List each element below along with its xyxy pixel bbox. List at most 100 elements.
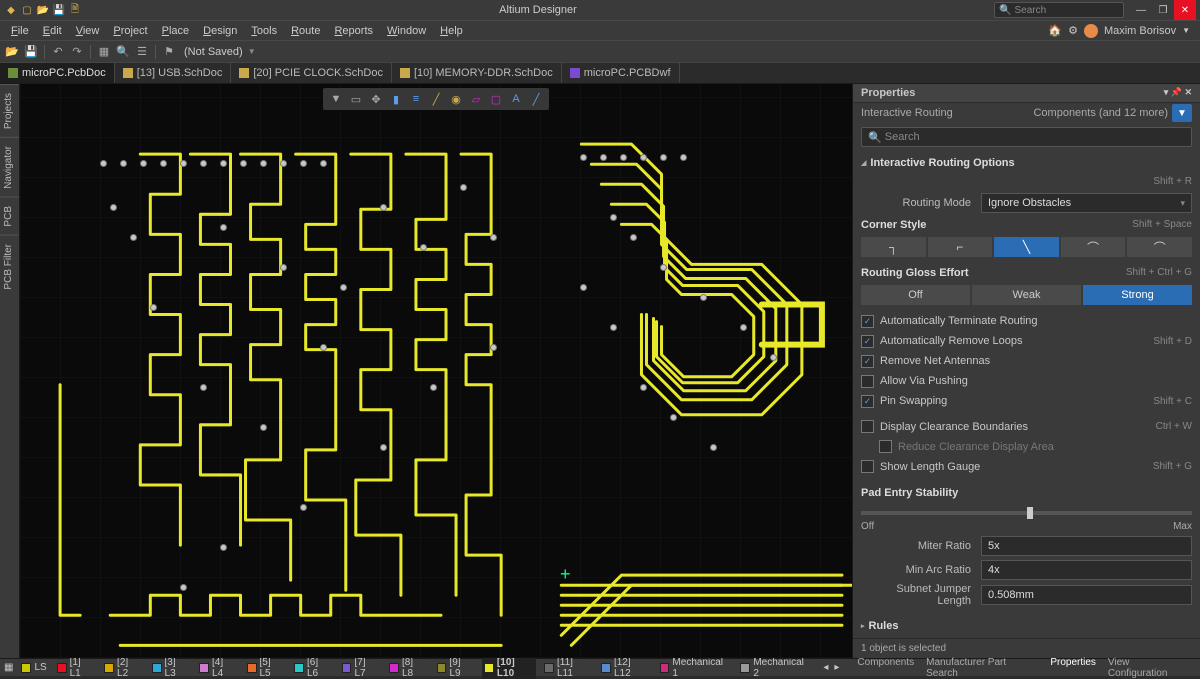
checkbox-row[interactable]: Show Length GaugeShift + G <box>853 457 1200 477</box>
layer-chip[interactable]: [10] L10 <box>482 657 536 679</box>
layer-chip[interactable]: [3] L3 <box>150 657 191 679</box>
route-icon[interactable]: ╱ <box>427 90 445 108</box>
miter-ratio-input[interactable]: 5x <box>981 536 1192 556</box>
menu-view[interactable]: View <box>69 25 107 37</box>
side-tab-pcb[interactable]: PCB <box>0 197 19 235</box>
panel-tab-properties[interactable]: Properties <box>1044 657 1102 679</box>
checkbox-row[interactable]: Reduce Clearance Display Area <box>853 437 1200 457</box>
layer-chip[interactable]: [8] L8 <box>387 657 428 679</box>
save-tool-icon[interactable]: 💾 <box>23 44 39 60</box>
menu-help[interactable]: Help <box>433 25 470 37</box>
pad-entry-slider[interactable] <box>861 511 1192 515</box>
panel-tab-components[interactable]: Components <box>851 657 920 679</box>
panel-tab-view-configuration[interactable]: View Configuration <box>1102 657 1196 679</box>
select-icon[interactable]: ▭ <box>347 90 365 108</box>
checkbox[interactable]: ✓ <box>861 395 874 408</box>
side-tab-navigator[interactable]: Navigator <box>0 137 19 197</box>
checkbox[interactable] <box>861 375 874 388</box>
save-icon[interactable]: 💾 <box>52 3 66 17</box>
grid-icon[interactable]: ▦ <box>96 44 112 60</box>
layer-chip[interactable]: Mechanical 1 <box>658 657 733 679</box>
layer-chip[interactable]: [1] L1 <box>55 657 96 679</box>
align-icon[interactable]: ▮ <box>387 90 405 108</box>
menu-reports[interactable]: Reports <box>327 25 380 37</box>
close-button[interactable]: ✕ <box>1174 0 1196 20</box>
side-tab-projects[interactable]: Projects <box>0 84 19 137</box>
checkbox[interactable] <box>879 440 892 453</box>
gear-icon[interactable]: ⚙ <box>1068 24 1078 37</box>
menu-tools[interactable]: Tools <box>244 25 284 37</box>
menu-file[interactable]: File <box>4 25 36 37</box>
layer-chip[interactable]: [12] L12 <box>599 657 651 679</box>
open-folder-icon[interactable]: 📂 <box>4 44 20 60</box>
routing-mode-dropdown[interactable]: Ignore Obstacles <box>981 193 1192 213</box>
move-icon[interactable]: ✥ <box>367 90 385 108</box>
minimize-button[interactable]: — <box>1130 0 1152 20</box>
layer-chip[interactable]: [5] L5 <box>245 657 286 679</box>
new-file-icon[interactable]: ▢ <box>20 3 34 17</box>
text-tool-icon[interactable]: A <box>507 90 525 108</box>
layer-chip[interactable]: [11] L11 <box>542 657 593 679</box>
layer-chip[interactable]: [7] L7 <box>340 657 381 679</box>
corner-any-angle-button[interactable]: ╲ <box>994 237 1059 257</box>
layer-chip[interactable]: LS <box>19 662 48 673</box>
menu-edit[interactable]: Edit <box>36 25 69 37</box>
avatar[interactable] <box>1084 24 1098 38</box>
pin-icon[interactable]: ▾ 📌 ✕ <box>1164 87 1192 98</box>
layer-nav-prev-icon[interactable]: ◂ <box>823 662 828 673</box>
checkbox-row[interactable]: ✓Remove Net Antennas <box>853 351 1200 371</box>
menu-window[interactable]: Window <box>380 25 433 37</box>
checkbox-row[interactable]: Allow Via Pushing <box>853 371 1200 391</box>
global-search[interactable]: 🔍 Search <box>994 2 1124 18</box>
layer-chip[interactable]: [4] L4 <box>197 657 238 679</box>
layer-set-icon[interactable]: ▦ <box>4 662 13 673</box>
checkbox-row[interactable]: ✓Pin SwappingShift + C <box>853 391 1200 411</box>
undo-icon[interactable]: ↶ <box>50 44 66 60</box>
home-icon[interactable]: 🏠 <box>1048 24 1062 37</box>
user-name[interactable]: Maxim Borisov <box>1104 25 1176 37</box>
pcb-canvas[interactable]: ▼ ▭ ✥ ▮ ≡ ╱ ◉ ▱ ▢ A ╱ <box>20 84 852 658</box>
doc-tab[interactable]: microPC.PCBDwf <box>562 63 680 83</box>
components-count[interactable]: Components (and 12 more) <box>1033 107 1168 119</box>
redo-icon[interactable]: ↷ <box>69 44 85 60</box>
not-saved-dropdown-icon[interactable]: ▼ <box>248 47 256 56</box>
save-all-icon[interactable]: 🗎 <box>68 3 82 17</box>
rules-section[interactable]: Rules <box>853 614 1200 638</box>
checkbox[interactable] <box>861 460 874 473</box>
checkbox[interactable]: ✓ <box>861 335 874 348</box>
maximize-button[interactable]: ❐ <box>1152 0 1174 20</box>
menu-place[interactable]: Place <box>155 25 197 37</box>
open-icon[interactable]: 📂 <box>36 3 50 17</box>
corner-45-button[interactable]: ⌐ <box>928 237 993 257</box>
checkbox[interactable]: ✓ <box>861 355 874 368</box>
line-tool-icon[interactable]: ╱ <box>527 90 545 108</box>
gloss-weak-button[interactable]: Weak <box>972 285 1081 305</box>
layers-icon[interactable]: ☰ <box>134 44 150 60</box>
filter-button[interactable]: ▼ <box>1172 104 1192 122</box>
checkbox-row[interactable]: ✓Automatically Remove LoopsShift + D <box>853 331 1200 351</box>
gloss-off-button[interactable]: Off <box>861 285 970 305</box>
doc-tab[interactable]: microPC.PcbDoc <box>0 63 115 83</box>
properties-search[interactable]: 🔍 Search <box>861 127 1192 147</box>
layer-chip[interactable]: [2] L2 <box>102 657 143 679</box>
interactive-routing-options-section[interactable]: Interactive Routing Options <box>853 151 1200 175</box>
subnet-jumper-input[interactable]: 0.508mm <box>981 585 1192 605</box>
doc-tab[interactable]: [20] PCIE CLOCK.SchDoc <box>231 63 392 83</box>
side-tab-pcb-filter[interactable]: PCB Filter <box>0 235 19 298</box>
layer-nav-next-icon[interactable]: ▸ <box>834 662 839 673</box>
checkbox-row[interactable]: ✓Automatically Terminate Routing <box>853 311 1200 331</box>
layer-chip[interactable]: Mechanical 2 <box>738 657 813 679</box>
user-chevron-down-icon[interactable]: ▼ <box>1182 26 1190 35</box>
layer-chip[interactable]: [9] L9 <box>435 657 476 679</box>
keepout-icon[interactable]: ▢ <box>487 90 505 108</box>
menu-design[interactable]: Design <box>196 25 244 37</box>
doc-tab[interactable]: [13] USB.SchDoc <box>115 63 232 83</box>
layer-chip[interactable]: [6] L6 <box>292 657 333 679</box>
corner-arc90-button[interactable]: ⌒ <box>1127 237 1192 257</box>
checkbox[interactable]: ✓ <box>861 315 874 328</box>
menu-route[interactable]: Route <box>284 25 327 37</box>
checkbox[interactable] <box>861 420 874 433</box>
distribute-icon[interactable]: ≡ <box>407 90 425 108</box>
min-arc-ratio-input[interactable]: 4x <box>981 560 1192 580</box>
gloss-strong-button[interactable]: Strong <box>1083 285 1192 305</box>
